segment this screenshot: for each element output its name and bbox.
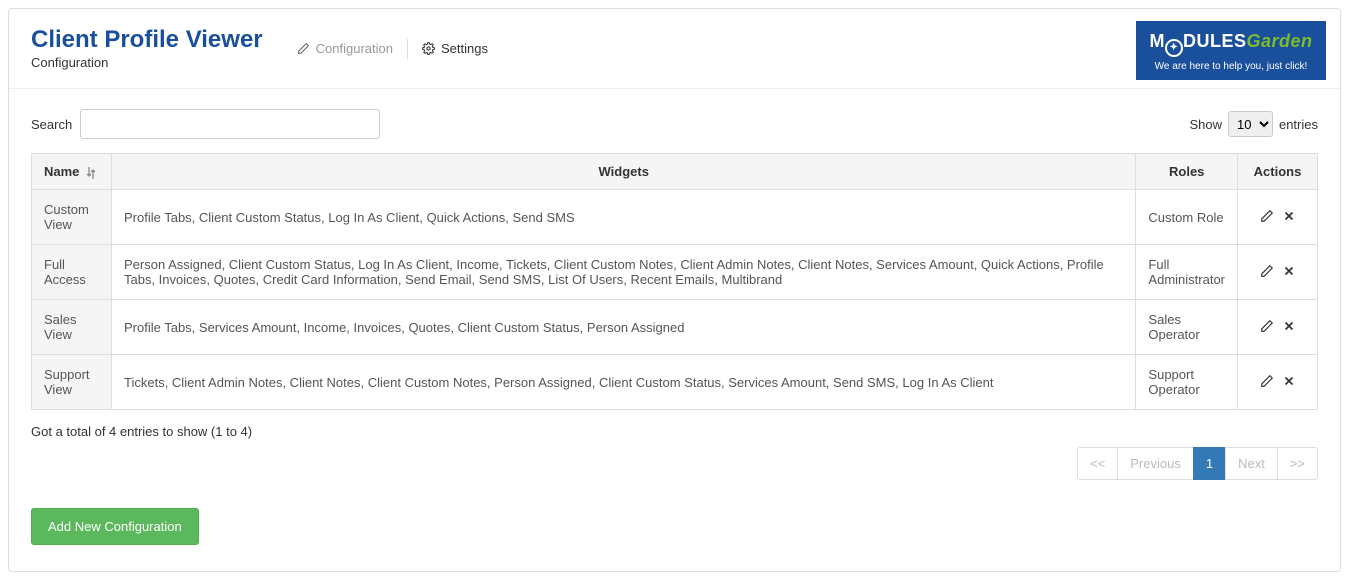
show-entries: Show 10 entries — [1189, 111, 1318, 137]
page-last[interactable]: >> — [1277, 447, 1318, 480]
panel-body: Search Show 10 entries Name — [9, 89, 1340, 571]
cell-name: Support View — [32, 355, 112, 410]
edit-icon[interactable] — [1260, 319, 1274, 333]
search-label: Search — [31, 117, 72, 132]
table-row: Custom ViewProfile Tabs, Client Custom S… — [32, 190, 1318, 245]
edit-icon[interactable] — [1260, 264, 1274, 278]
delete-icon[interactable] — [1282, 374, 1296, 388]
search-wrap: Search — [31, 109, 380, 139]
brand-logo: M✦DULESGarden — [1146, 31, 1316, 57]
tab-settings[interactable]: Settings — [408, 35, 502, 62]
col-label: Name — [44, 164, 79, 179]
pencil-icon — [297, 42, 310, 55]
page-previous[interactable]: Previous — [1117, 447, 1194, 480]
page-subtitle: Configuration — [31, 55, 263, 70]
tab-configuration[interactable]: Configuration — [283, 35, 407, 62]
globe-icon: ✦ — [1165, 39, 1183, 57]
sort-icon — [87, 167, 97, 179]
delete-icon[interactable] — [1282, 319, 1296, 333]
tab-label: Settings — [441, 41, 488, 56]
col-actions: Actions — [1238, 154, 1318, 190]
pagination: << Previous 1 Next >> — [31, 447, 1318, 480]
cell-roles: Sales Operator — [1136, 300, 1238, 355]
col-name[interactable]: Name — [32, 154, 112, 190]
data-table: Name Widgets Roles Actions Custom ViewPr… — [31, 153, 1318, 410]
search-input[interactable] — [80, 109, 380, 139]
col-label: Roles — [1169, 164, 1204, 179]
controls-row: Search Show 10 entries — [31, 109, 1318, 139]
col-widgets[interactable]: Widgets — [112, 154, 1136, 190]
cell-widgets: Tickets, Client Admin Notes, Client Note… — [112, 355, 1136, 410]
table-summary: Got a total of 4 entries to show (1 to 4… — [31, 424, 1318, 439]
brand-text: M — [1149, 31, 1165, 51]
show-prefix: Show — [1189, 117, 1222, 132]
brand-tagline: We are here to help you, just click! — [1146, 61, 1316, 72]
brand-text: Garden — [1246, 31, 1312, 51]
col-roles[interactable]: Roles — [1136, 154, 1238, 190]
cell-widgets: Profile Tabs, Services Amount, Income, I… — [112, 300, 1136, 355]
delete-icon[interactable] — [1282, 209, 1296, 223]
cell-roles: Full Administrator — [1136, 245, 1238, 300]
page-title: Client Profile Viewer — [31, 27, 263, 53]
table-row: Sales ViewProfile Tabs, Services Amount,… — [32, 300, 1318, 355]
panel-header: Client Profile Viewer Configuration Conf… — [9, 9, 1340, 89]
page-first[interactable]: << — [1077, 447, 1118, 480]
add-configuration-button[interactable]: Add New Configuration — [31, 508, 199, 545]
brand-text: DULES — [1183, 31, 1247, 51]
gear-icon — [422, 42, 435, 55]
page-next[interactable]: Next — [1225, 447, 1278, 480]
col-label: Actions — [1254, 164, 1302, 179]
cell-actions — [1238, 300, 1318, 355]
cell-name: Full Access — [32, 245, 112, 300]
title-block: Client Profile Viewer Configuration — [31, 27, 263, 70]
cell-roles: Support Operator — [1136, 355, 1238, 410]
delete-icon[interactable] — [1282, 264, 1296, 278]
show-select[interactable]: 10 — [1228, 111, 1273, 137]
tab-label: Configuration — [316, 41, 393, 56]
cell-widgets: Profile Tabs, Client Custom Status, Log … — [112, 190, 1136, 245]
col-label: Widgets — [598, 164, 648, 179]
cell-actions — [1238, 190, 1318, 245]
cell-roles: Custom Role — [1136, 190, 1238, 245]
cell-actions — [1238, 245, 1318, 300]
brand-box[interactable]: M✦DULESGarden We are here to help you, j… — [1136, 21, 1326, 80]
edit-icon[interactable] — [1260, 209, 1274, 223]
show-suffix: entries — [1279, 117, 1318, 132]
page-current[interactable]: 1 — [1193, 447, 1226, 480]
cell-widgets: Person Assigned, Client Custom Status, L… — [112, 245, 1136, 300]
cell-name: Sales View — [32, 300, 112, 355]
table-row: Support ViewTickets, Client Admin Notes,… — [32, 355, 1318, 410]
main-panel: Client Profile Viewer Configuration Conf… — [8, 8, 1341, 572]
table-row: Full AccessPerson Assigned, Client Custo… — [32, 245, 1318, 300]
cell-actions — [1238, 355, 1318, 410]
cell-name: Custom View — [32, 190, 112, 245]
edit-icon[interactable] — [1260, 374, 1274, 388]
tabs: Configuration Settings — [283, 35, 502, 62]
